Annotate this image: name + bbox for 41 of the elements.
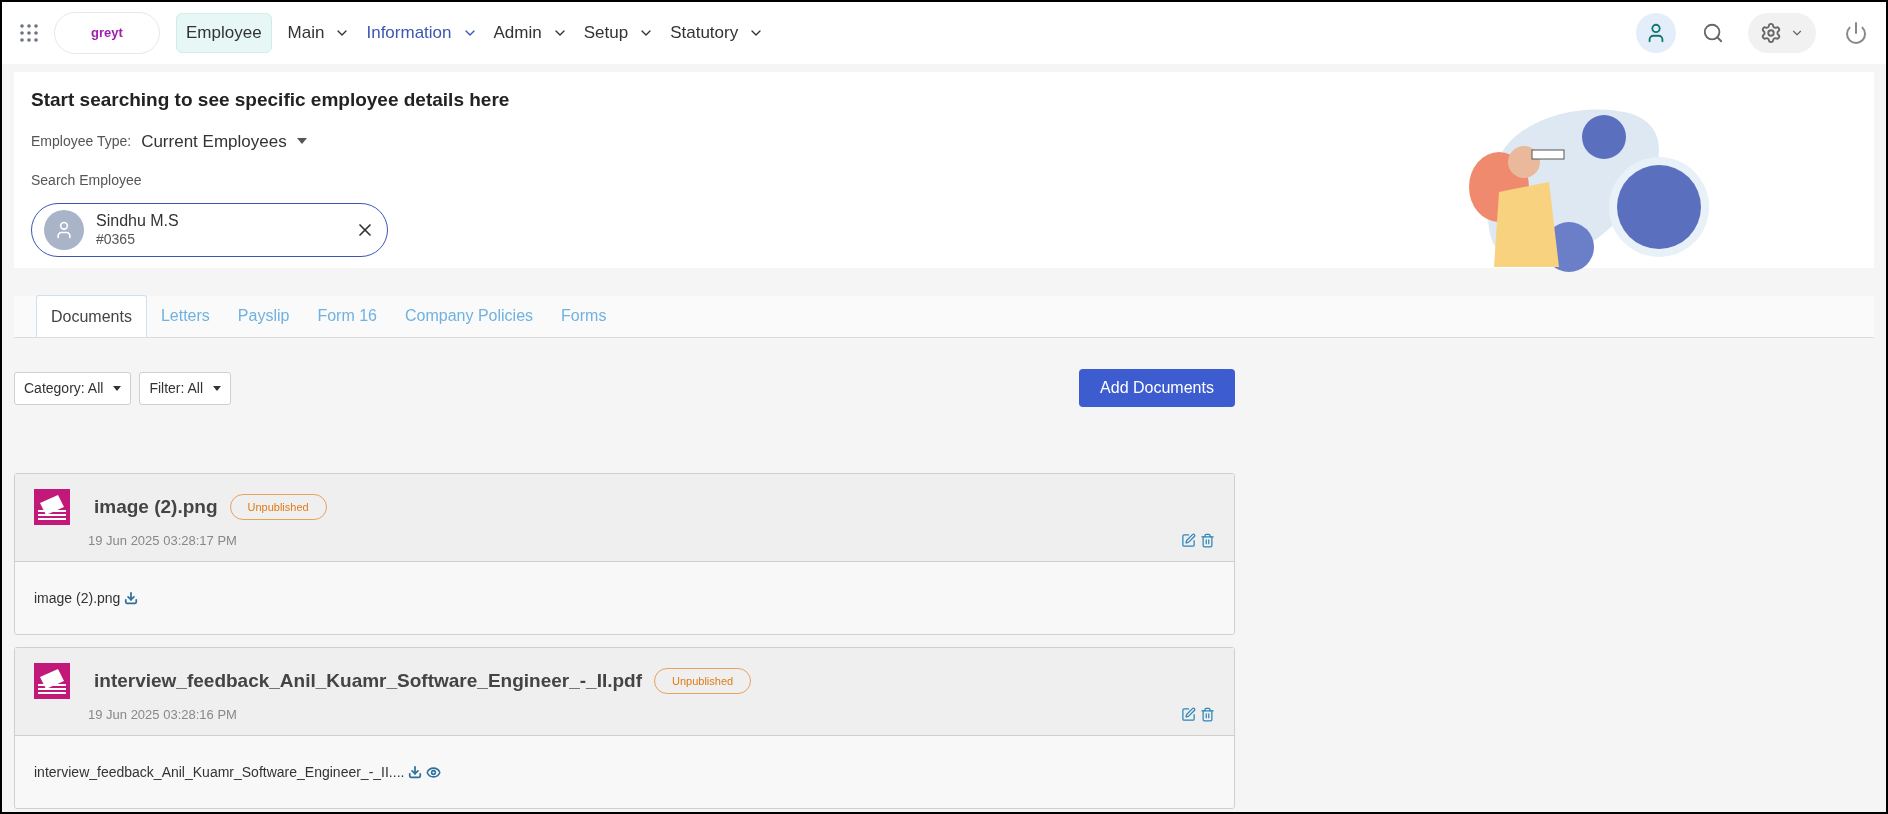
nav-menu[interactable]: Setup	[583, 20, 655, 46]
edit-icon[interactable]	[1181, 533, 1196, 549]
trash-icon[interactable]	[1200, 707, 1215, 723]
settings-icon	[1760, 22, 1782, 44]
avatar-icon[interactable]	[1636, 13, 1676, 53]
file-name: image (2).png	[34, 588, 121, 608]
document-date: 19 Jun 2025 03:28:17 PM	[88, 532, 237, 550]
nav-menu[interactable]: Information	[366, 20, 478, 46]
employee-type-dropdown[interactable]: Current Employees	[141, 128, 307, 154]
eye-icon[interactable]	[426, 764, 442, 780]
caret-icon	[213, 385, 222, 391]
employee-type-label: Employee Type:	[31, 131, 132, 151]
module-chip[interactable]: Employee	[176, 13, 272, 53]
document-title: interview_feedback_Anil_Kuamr_Software_Engineer_-_II.pdf	[94, 668, 642, 693]
filter-dropdown[interactable]: Filter: All	[139, 371, 232, 405]
filter-dropdown[interactable]: Category: All	[14, 371, 132, 405]
download-icon[interactable]	[124, 591, 139, 605]
settings-menu[interactable]	[1748, 13, 1816, 53]
tab[interactable]: Documents	[36, 295, 147, 337]
user-avatar-icon	[44, 210, 84, 250]
document-icon	[34, 663, 70, 699]
edit-icon[interactable]	[1181, 707, 1196, 723]
trash-icon[interactable]	[1200, 533, 1215, 549]
download-icon[interactable]	[408, 765, 423, 779]
nav-menu[interactable]: Main	[287, 20, 351, 46]
power-icon[interactable]	[1844, 21, 1868, 45]
document-date: 19 Jun 2025 03:28:16 PM	[88, 706, 237, 724]
nav-menu[interactable]: Statutory	[670, 20, 765, 46]
employee-name: Sindhu M.S	[96, 211, 180, 232]
caret-icon	[296, 138, 307, 145]
apps-grid-icon[interactable]	[20, 24, 38, 42]
search-employee-label: Search Employee	[31, 171, 143, 190]
document-title: image (2).png	[94, 494, 218, 519]
employee-code: #0365	[96, 231, 136, 249]
search-icon[interactable]	[1702, 22, 1724, 44]
nav-menu[interactable]: Admin	[493, 20, 568, 46]
panel-heading: Start searching to see specific employee details here	[31, 88, 510, 112]
caret-icon	[113, 385, 122, 391]
add-documents-button[interactable]: Add Documents	[1079, 369, 1235, 407]
document-icon	[34, 489, 70, 525]
file-name: interview_feedback_Anil_Kuamr_Software_Engineer_-_II....	[34, 762, 405, 782]
